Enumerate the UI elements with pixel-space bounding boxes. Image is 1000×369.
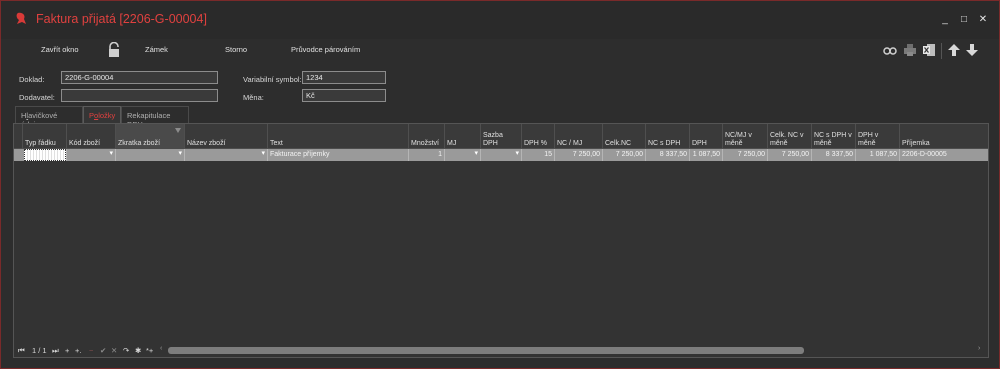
arrow-up-icon[interactable]	[947, 43, 961, 57]
cell-nc-mj-v-mene[interactable]: 7 250,00	[722, 149, 767, 161]
column-header[interactable]: Sazba DPH	[480, 124, 521, 149]
column-header[interactable]: Typ řádku	[22, 124, 66, 149]
add-record-button[interactable]: +	[65, 346, 69, 355]
tab-polozky[interactable]: Položky	[83, 106, 121, 123]
cell-nc-s-dph[interactable]: 8 337,50	[645, 149, 689, 161]
close-window-button[interactable]: Zavřít okno	[41, 45, 79, 54]
mena-label: Měna:	[243, 93, 264, 102]
cell-nc-s-dph-v-mene[interactable]: 8 337,50	[811, 149, 855, 161]
column-header[interactable]: NC s DPH v měně	[811, 124, 855, 149]
dodavatel-field[interactable]	[61, 89, 218, 102]
column-header[interactable]: Zkratka zboží	[115, 124, 184, 149]
cell-typ-radku[interactable]	[24, 149, 66, 161]
tab-label: Rekapitulace	[127, 111, 171, 120]
scroll-right-arrow[interactable]: ›	[978, 345, 980, 352]
doklad-label: Doklad:	[19, 75, 45, 84]
cell-mj[interactable]	[444, 149, 480, 161]
variabilni-symbol-field[interactable]: 1234	[302, 71, 386, 84]
column-header[interactable]: NC s DPH	[645, 124, 689, 149]
cell-prijemka[interactable]: 2206-D-00005	[899, 149, 988, 161]
refresh-button[interactable]: ↷	[123, 346, 129, 355]
pairing-wizard-button[interactable]: Průvodce párováním	[291, 45, 360, 54]
window-title: Faktura přijatá [2206-G-00004]	[36, 12, 207, 26]
column-header[interactable]: NC/MJ v měně	[722, 124, 767, 149]
grid-navigator: ⏮ 1 / 1 ⏭ + +. − ✔ ✕ ↷ ✱ *+ ‹ ›	[14, 344, 988, 357]
cancel-edit-button[interactable]: ✕	[111, 346, 117, 355]
cell-nc-mj[interactable]: 7 250,00	[554, 149, 602, 161]
cell-celk-nc[interactable]: 7 250,00	[602, 149, 645, 161]
column-header[interactable]: Celk. NC v měně	[767, 124, 811, 149]
grid-header: Typ řádku Kód zboží Zkratka zboží Název …	[14, 124, 988, 149]
mark-button[interactable]: ✱	[135, 346, 141, 355]
last-record-button[interactable]: ⏭	[52, 346, 59, 356]
column-header[interactable]: Název zboží	[184, 124, 267, 149]
binoculars-icon[interactable]	[883, 43, 897, 57]
filter-icon[interactable]	[175, 128, 181, 133]
column-header[interactable]: Příjemka	[899, 124, 988, 149]
table-row[interactable]: Fakturace příjemky 1 15 7 250,00 7 250,0…	[14, 149, 988, 161]
column-header[interactable]: Kód zboží	[66, 124, 115, 149]
column-header[interactable]: DPH	[689, 124, 722, 149]
cell-celk-nc-v-mene[interactable]: 7 250,00	[767, 149, 811, 161]
printer-icon[interactable]	[903, 43, 917, 57]
first-record-button[interactable]: ⏮	[18, 346, 25, 356]
close-button[interactable]: ✕	[977, 14, 989, 26]
app-icon	[16, 12, 26, 24]
cell-kod-zbozi[interactable]	[66, 149, 115, 161]
column-header[interactable]: Množství	[408, 124, 444, 149]
cell-nazev-zbozi[interactable]	[184, 149, 267, 161]
minimize-button[interactable]: _	[939, 14, 951, 26]
column-header[interactable]: MJ	[444, 124, 480, 149]
cell-dph-pct[interactable]: 15	[521, 149, 554, 161]
cell-mnozstvi[interactable]: 1	[408, 149, 444, 161]
column-header[interactable]: Celk.NC	[602, 124, 645, 149]
cancel-button[interactable]: Storno	[225, 45, 247, 54]
cell-text[interactable]: Fakturace příjemky	[267, 149, 408, 161]
column-header[interactable]: DPH v měně	[855, 124, 899, 149]
filter-button[interactable]: *+	[146, 346, 153, 355]
tab-rekapitulace-dph[interactable]: Rekapitulace DPH	[121, 106, 189, 129]
items-grid: Typ řádku Kód zboží Zkratka zboží Název …	[13, 123, 989, 358]
variabilni-symbol-label: Variabilní symbol:	[243, 75, 302, 84]
post-record-button[interactable]: ✔	[100, 346, 106, 355]
tab-label: ložky	[98, 111, 116, 120]
toolbar-separator	[941, 43, 942, 59]
maximize-button[interactable]: □	[958, 14, 970, 26]
lock-button[interactable]: Zámek	[145, 45, 168, 54]
cell-dph-v-mene[interactable]: 1 087,50	[855, 149, 899, 161]
column-header[interactable]: DPH %	[521, 124, 554, 149]
mena-field[interactable]: Kč	[302, 89, 386, 102]
title-bar: Faktura přijatá [2206-G-00004] _ □ ✕	[1, 1, 999, 39]
doklad-field[interactable]: 2206-G-00004	[61, 71, 218, 84]
tab-hlavickove-udaje[interactable]: Hlavičkové údaje	[15, 106, 83, 129]
cell-sazba-dph[interactable]	[480, 149, 521, 161]
horizontal-scrollbar[interactable]	[168, 347, 804, 354]
scroll-left-arrow[interactable]: ‹	[160, 345, 162, 352]
cell-dph[interactable]: 1 087,50	[689, 149, 722, 161]
cell-zkratka-zbozi[interactable]	[115, 149, 184, 161]
lock-icon[interactable]	[107, 42, 121, 58]
excel-icon[interactable]	[922, 43, 936, 57]
page-indicator: 1 / 1	[32, 346, 47, 355]
invoice-window: Faktura přijatá [2206-G-00004] _ □ ✕ Zav…	[0, 0, 1000, 369]
dodavatel-label: Dodavatel:	[19, 93, 55, 102]
toolbar: Zavřít okno Zámek Storno Průvodce párová…	[1, 39, 999, 63]
delete-record-button[interactable]: −	[89, 346, 93, 355]
column-header[interactable]: Text	[267, 124, 408, 149]
insert-record-button[interactable]: +.	[75, 346, 81, 355]
arrow-down-icon[interactable]	[965, 43, 979, 57]
column-header[interactable]: NC / MJ	[554, 124, 602, 149]
